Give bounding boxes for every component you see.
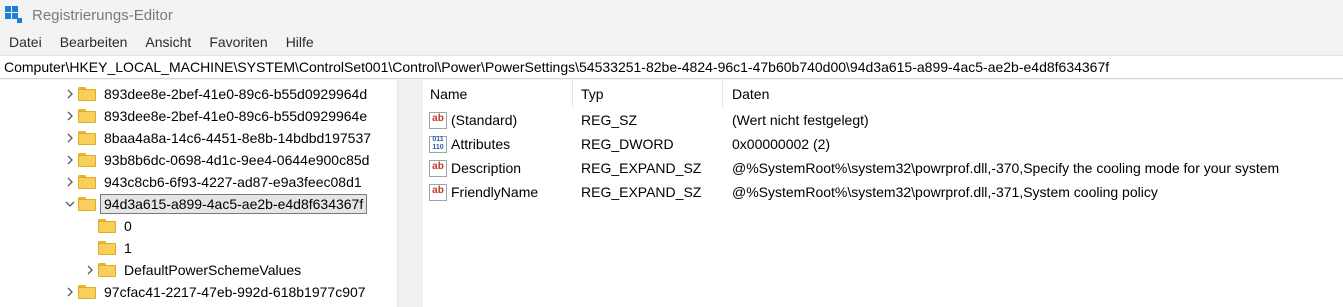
- folder-icon: [78, 131, 96, 145]
- folder-icon: [78, 109, 96, 123]
- value-type: REG_EXPAND_SZ: [581, 184, 702, 200]
- value-row[interactable]: ab Description REG_EXPAND_SZ @%SystemRoot%\…: [423, 156, 1343, 180]
- tree-item-label: 893dee8e-2bef-41e0-89c6-b55d0929964d: [104, 86, 368, 102]
- list-header: Name Typ Daten: [423, 80, 1343, 108]
- menu-bar: Datei Bearbeiten Ansicht Favoriten Hilfe: [0, 31, 323, 53]
- tree-item-label: 0: [124, 218, 132, 234]
- value-name: FriendlyName: [451, 184, 539, 200]
- menu-favoriten[interactable]: Favoriten: [200, 34, 276, 50]
- value-name-cell: ab (Standard): [429, 108, 517, 132]
- value-data: @%SystemRoot%\system32\powrprof.dll,-370…: [732, 160, 1280, 176]
- value-data: @%SystemRoot%\system32\powrprof.dll,-371…: [732, 184, 1158, 200]
- chevron-right-icon[interactable]: [62, 281, 78, 303]
- tree-item[interactable]: DefaultPowerSchemeValues: [82, 259, 301, 281]
- folder-icon: [78, 175, 96, 189]
- tree-item-label: 893dee8e-2bef-41e0-89c6-b55d0929964e: [104, 108, 368, 124]
- tree-item-label: 1: [124, 240, 132, 256]
- folder-icon: [78, 87, 96, 101]
- value-type: REG_SZ: [581, 112, 638, 128]
- folder-icon: [98, 241, 116, 255]
- tree-item[interactable]: 97cfac41-2217-47eb-992d-618b1977c907: [62, 281, 366, 303]
- menu-datei[interactable]: Datei: [0, 34, 51, 50]
- chevron-right-icon[interactable]: [62, 83, 78, 105]
- value-name: (Standard): [451, 112, 518, 128]
- chevron-right-icon[interactable]: [62, 149, 78, 171]
- value-row[interactable]: ab (Standard) REG_SZ (Wert nicht festgelegt…: [423, 108, 1343, 132]
- value-name-cell: 011 110 Attributes: [429, 132, 510, 156]
- value-name: Description: [451, 160, 522, 176]
- value-row[interactable]: ab FriendlyName REG_EXPAND_SZ @%SystemRoot%…: [423, 180, 1343, 204]
- pane-splitter[interactable]: [397, 80, 423, 307]
- tree-item[interactable]: 1: [82, 237, 132, 259]
- tree-item[interactable]: 893dee8e-2bef-41e0-89c6-b55d0929964e: [62, 105, 367, 127]
- window-title: Registrierungs-Editor: [32, 6, 173, 24]
- value-data: 0x00000002 (2): [732, 136, 831, 152]
- value-type: REG_DWORD: [581, 136, 674, 152]
- folder-icon: [98, 219, 116, 233]
- string-value-icon: ab: [429, 183, 447, 201]
- expander-placeholder: [82, 237, 98, 259]
- tree-item-label: 943c8cb6-6f93-4227-ad87-e9a3feec08d1: [104, 174, 362, 190]
- menu-ansicht[interactable]: Ansicht: [136, 34, 200, 50]
- menu-hilfe[interactable]: Hilfe: [277, 34, 323, 50]
- tree-item[interactable]: 8baa4a8a-14c6-4451-8e8b-14bdbd197537: [62, 127, 371, 149]
- tree-item-label: DefaultPowerSchemeValues: [124, 262, 302, 278]
- column-header-name[interactable]: Name: [423, 80, 573, 108]
- tree-item-label: 94d3a615-a899-4ac5-ae2b-e4d8f634367f: [99, 194, 368, 214]
- menu-bearbeiten[interactable]: Bearbeiten: [51, 34, 137, 50]
- tree-item[interactable]: 943c8cb6-6f93-4227-ad87-e9a3feec08d1: [62, 171, 362, 193]
- tree-item-label: 93b8b6dc-0698-4d1c-9ee4-0644e900c85d: [104, 152, 370, 168]
- tree-item-label: 97cfac41-2217-47eb-992d-618b1977c907: [104, 284, 366, 300]
- tree-item[interactable]: 893dee8e-2bef-41e0-89c6-b55d0929964d: [62, 83, 367, 105]
- string-value-icon: ab: [429, 111, 447, 129]
- value-name-cell: ab FriendlyName: [429, 180, 538, 204]
- folder-icon: [78, 153, 96, 167]
- value-data: (Wert nicht festgelegt): [732, 112, 869, 128]
- folder-icon: [78, 285, 96, 299]
- chevron-right-icon[interactable]: [82, 259, 98, 281]
- registry-editor-app-icon: [5, 6, 23, 24]
- address-bar[interactable]: Computer\HKEY_LOCAL_MACHINE\SYSTEM\Contr…: [0, 55, 1343, 79]
- tree-item[interactable]: 94d3a615-a899-4ac5-ae2b-e4d8f634367f: [62, 193, 368, 215]
- chevron-down-icon[interactable]: [62, 193, 78, 215]
- column-header-type[interactable]: Typ: [573, 80, 723, 108]
- chevron-right-icon[interactable]: [62, 127, 78, 149]
- key-tree-pane[interactable]: 893dee8e-2bef-41e0-89c6-b55d0929964d 893d…: [0, 80, 397, 307]
- binary-value-icon: 011 110: [429, 135, 447, 153]
- folder-icon: [98, 263, 116, 277]
- chevron-right-icon[interactable]: [62, 171, 78, 193]
- title-bar: Registrierungs-Editor: [0, 0, 1343, 30]
- expander-placeholder: [82, 215, 98, 237]
- tree-item-label: 8baa4a8a-14c6-4451-8e8b-14bdbd197537: [104, 130, 372, 146]
- value-name: Attributes: [451, 136, 511, 152]
- value-row[interactable]: 011 110 Attributes REG_DWORD 0x00000002 (2): [423, 132, 1343, 156]
- tree-item[interactable]: 0: [82, 215, 132, 237]
- value-type: REG_EXPAND_SZ: [581, 160, 702, 176]
- column-header-data[interactable]: Daten: [723, 80, 1343, 108]
- values-list-pane[interactable]: Name Typ Daten ab (Standard) REG_SZ (Wert n…: [423, 80, 1343, 307]
- value-name-cell: ab Description: [429, 156, 521, 180]
- string-value-icon: ab: [429, 159, 447, 177]
- chevron-right-icon[interactable]: [62, 105, 78, 127]
- tree-item[interactable]: 93b8b6dc-0698-4d1c-9ee4-0644e900c85d: [62, 149, 369, 171]
- folder-icon: [78, 197, 96, 211]
